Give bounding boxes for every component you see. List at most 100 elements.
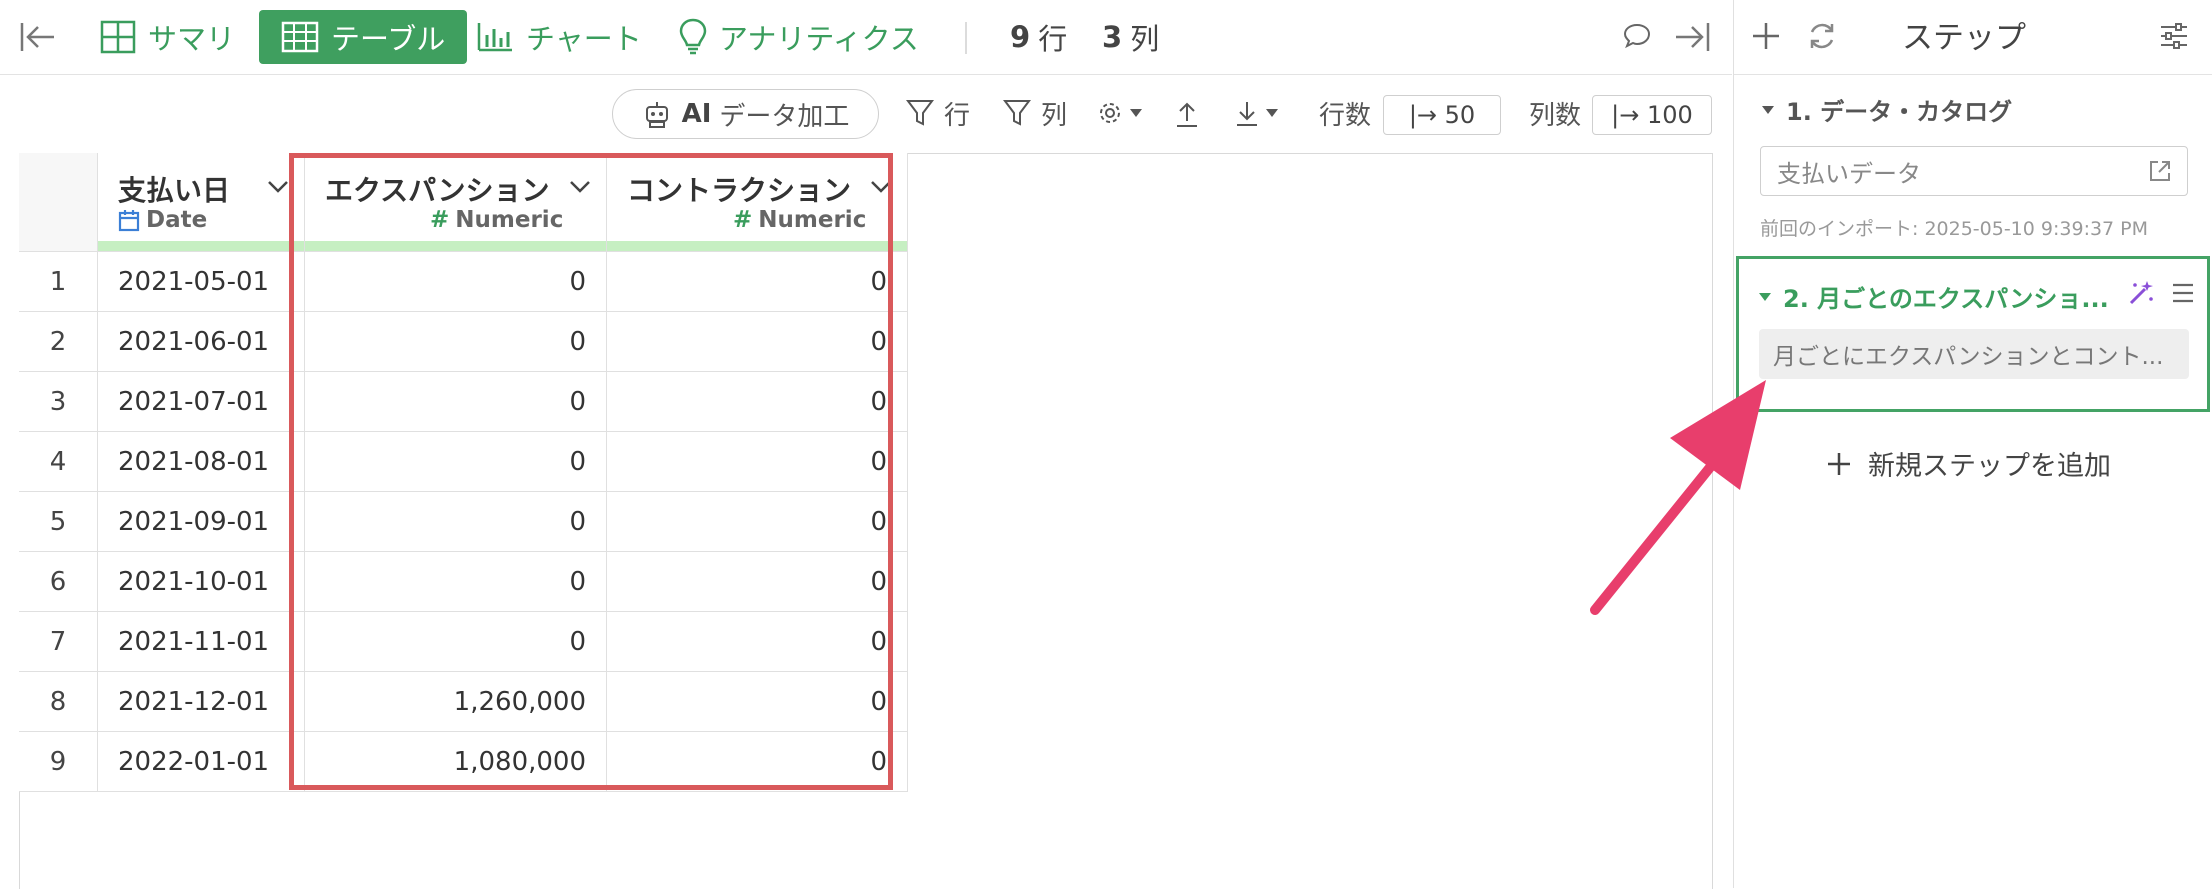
cell-expansion[interactable]: 0 [304,551,607,612]
cell-expansion[interactable]: 0 [304,251,607,312]
cell-date[interactable]: 2021-10-01 [97,551,305,612]
plus-icon [1828,452,1850,475]
cell-expansion[interactable]: 1,260,000 [304,671,607,732]
row-index: 9 [19,731,98,792]
toolbar-divider [965,22,967,54]
cell-date[interactable]: 2021-05-01 [97,251,305,312]
cell-expansion[interactable]: 0 [304,491,607,552]
step-2-description: 月ごとにエクスパンションとコント... [1759,329,2189,379]
ai-data-processing-button[interactable]: AI データ加工 [612,89,879,139]
cell-contraction[interactable]: 0 [606,731,908,792]
column-quality-bar [98,241,304,251]
tab-summary[interactable]: サマリ [100,10,235,64]
steps-panel: ステップ 1. データ・カタログ 支払いデータ 前回のインポート: 2025-0… [1733,0,2212,888]
add-step-button[interactable]: 新規ステップを追加 [1826,444,2111,483]
comment-icon[interactable] [1622,20,1652,54]
step-2-header[interactable]: 2. 月ごとのエクスパンショ... [1757,279,2109,314]
row-index: 3 [19,371,98,432]
cell-expansion[interactable]: 0 [304,611,607,672]
cell-contraction[interactable]: 0 [606,431,908,492]
caret-down-icon [1762,105,1774,114]
tab-chart-label: チャート [526,22,642,56]
column-header-contraction[interactable]: コントラクション # Numeric [606,153,908,252]
steps-header: ステップ [1734,0,2212,75]
table-row: 8 2021-12-01 1,260,000 0 [19,671,908,732]
download-dropdown[interactable] [1234,89,1280,137]
column-filter-label: 列 [1041,100,1068,131]
cell-expansion[interactable]: 1,080,000 [304,731,607,792]
column-header-payment-date[interactable]: 支払い日 Date [97,153,305,252]
data-source-field[interactable]: 支払いデータ [1760,146,2188,196]
row-filter-button[interactable]: 行 [906,89,970,137]
chevron-down-icon[interactable] [568,179,592,195]
step-2-card[interactable]: 2. 月ごとのエクスパンショ... 月ごとにエクスパンションとコント... [1736,256,2210,412]
chevron-down-icon[interactable] [869,179,893,195]
cell-contraction[interactable]: 0 [606,671,908,732]
column-type-label: Numeric [455,207,564,233]
cell-contraction[interactable]: 0 [606,311,908,372]
cell-date[interactable]: 2021-06-01 [97,311,305,372]
column-name: 支払い日 [118,174,231,207]
filter-icon [906,100,934,126]
caret-down-icon [1130,109,1142,117]
cell-contraction[interactable]: 0 [606,251,908,312]
cell-date[interactable]: 2022-01-01 [97,731,305,792]
step-1-header[interactable]: 1. データ・カタログ [1760,92,2012,127]
collapse-left-icon[interactable] [18,18,58,60]
column-name: コントラクション [627,174,852,207]
data-source-name: 支払いデータ [1777,159,1921,188]
collapse-right-icon[interactable] [1672,18,1712,60]
settings-dropdown[interactable] [1096,89,1144,137]
magic-wand-icon[interactable] [2127,279,2155,311]
column-type: # Numeric [733,207,866,233]
menu-icon[interactable] [2171,281,2195,309]
table-toolbar: AI データ加工 行 列 行数 |→ 50 列数 |→ 100 [0,75,1732,153]
cols-limit-input[interactable]: |→ 100 [1592,95,1712,135]
bar-chart-icon [477,23,512,52]
table-row: 7 2021-11-01 0 0 [19,611,908,672]
column-header-expansion[interactable]: エクスパンション # Numeric [304,153,607,252]
row-index: 5 [19,491,98,552]
cell-expansion[interactable]: 0 [304,311,607,372]
cell-date[interactable]: 2021-08-01 [97,431,305,492]
table-row: 5 2021-09-01 0 0 [19,491,908,552]
plus-icon[interactable] [1750,20,1782,56]
cell-expansion[interactable]: 0 [304,371,607,432]
cell-expansion[interactable]: 0 [304,431,607,492]
index-header [19,153,98,252]
cell-date[interactable]: 2021-11-01 [97,611,305,672]
row-filter-label: 行 [944,100,971,131]
column-type: # Numeric [430,207,563,233]
tab-table[interactable]: テーブル [259,10,468,64]
cell-date[interactable]: 2021-09-01 [97,491,305,552]
upload-icon[interactable] [1174,99,1200,133]
column-name: エクスパンション [325,174,550,207]
external-link-icon[interactable] [2147,158,2173,184]
tab-analytics[interactable]: アナリティクス [679,10,919,64]
table-row: 6 2021-10-01 0 0 [19,551,908,612]
hash-icon: # [733,207,753,233]
cell-date[interactable]: 2021-07-01 [97,371,305,432]
main-toolbar: サマリ テーブル チャート アナリティクス 9 行 3 列 [0,0,1732,75]
chevron-down-icon[interactable] [266,179,290,195]
tab-chart[interactable]: チャート [476,10,642,64]
rows-limit-input[interactable]: |→ 50 [1383,95,1501,135]
calendar-icon [118,210,140,232]
rows-limit-label: 行数 [1319,100,1372,131]
ai-label: AI [681,99,712,129]
cell-contraction[interactable]: 0 [606,371,908,432]
column-count-unit: 列 [1130,22,1160,56]
add-step-label: 新規ステップを追加 [1868,451,2111,482]
column-filter-button[interactable]: 列 [1003,89,1067,137]
cell-contraction[interactable]: 0 [606,611,908,672]
refresh-icon[interactable] [1806,20,1838,56]
table-row: 4 2021-08-01 0 0 [19,431,908,492]
cell-contraction[interactable]: 0 [606,491,908,552]
row-index: 4 [19,431,98,492]
sliders-icon[interactable] [2158,20,2190,56]
cell-date[interactable]: 2021-12-01 [97,671,305,732]
tab-summary-label: サマリ [148,22,236,56]
cell-contraction[interactable]: 0 [606,551,908,612]
annotation-arrow-icon [1590,380,1766,615]
column-type-label: Date [146,207,208,233]
